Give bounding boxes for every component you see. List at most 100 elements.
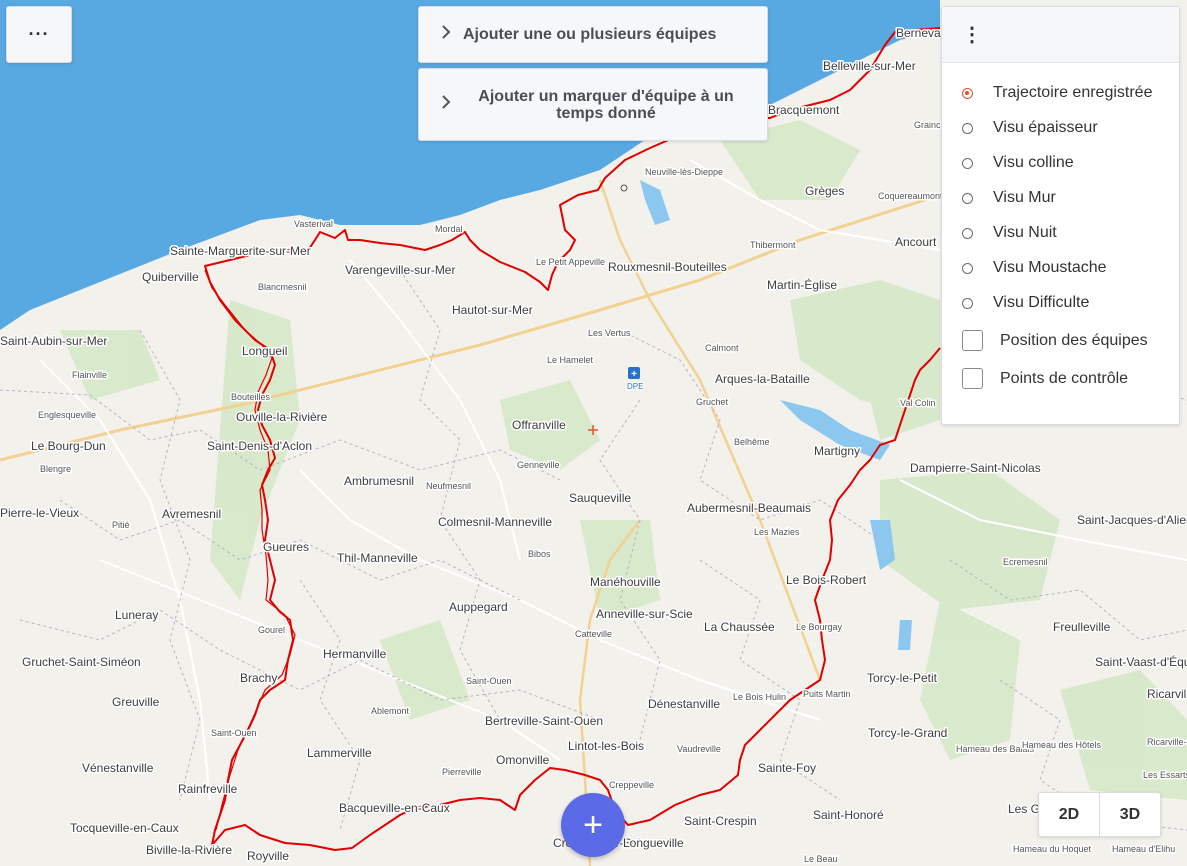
checkbox-icon[interactable] bbox=[962, 368, 983, 389]
map-label: Dampierre-Saint-Nicolas bbox=[910, 461, 1041, 475]
map-label: Torcy-le-Grand bbox=[868, 726, 947, 740]
map-label: Belhême bbox=[734, 437, 770, 447]
checkbox-icon[interactable] bbox=[962, 330, 983, 351]
map-label: Saint-Honoré bbox=[813, 808, 884, 822]
map-label: Bacqueville-en-Caux bbox=[339, 801, 450, 815]
map-label: Thibermont bbox=[750, 240, 796, 250]
option-label: Visu Nuit bbox=[993, 224, 1057, 241]
map-label: Colmesnil-Manneville bbox=[438, 515, 552, 529]
map-label: Aubermesnil-Beaumais bbox=[687, 501, 811, 515]
map-label: Mordal bbox=[435, 224, 463, 234]
option-label: Visu Difficulte bbox=[993, 294, 1090, 311]
map-label: Flainville bbox=[72, 370, 107, 380]
map-label: Bracquemont bbox=[768, 103, 840, 117]
radio-icon[interactable] bbox=[962, 227, 973, 239]
map-label: Saint-Vaast-d'Équiqueville bbox=[1095, 654, 1187, 669]
option-trajectoire-enregistree[interactable]: Trajectoire enregistrée bbox=[962, 84, 1152, 102]
view-2d-button[interactable]: 2D bbox=[1039, 793, 1099, 836]
map-label: Sainte-Marguerite-sur-Mer bbox=[170, 244, 311, 258]
map-label: Le Bois-Robert bbox=[786, 573, 867, 587]
map-label: Saint-Ouen bbox=[211, 728, 257, 738]
radio-icon[interactable] bbox=[962, 122, 973, 134]
map-label: Catteville bbox=[575, 629, 612, 639]
map-label: Ablemont bbox=[371, 706, 410, 716]
map-label: Saint-Ouen bbox=[466, 676, 512, 686]
map-label: Les Vertus bbox=[588, 328, 631, 338]
map-label: Ricarville bbox=[1147, 687, 1187, 701]
map-label: Sauqueville bbox=[569, 491, 631, 505]
map-label: Le Petit Appeville bbox=[536, 257, 605, 267]
map-label: Hameau d'Elihu bbox=[1112, 844, 1175, 854]
option-label: Visu épaisseur bbox=[993, 119, 1098, 136]
map-label: Lintot-les-Bois bbox=[568, 739, 644, 753]
map-label: Martin-Église bbox=[767, 277, 837, 292]
map-label: Gruchet bbox=[696, 397, 729, 407]
map-label: Hameau du Hoquet bbox=[1013, 844, 1092, 854]
map-label: Freulleville bbox=[1053, 620, 1111, 634]
option-visu-moustache[interactable]: Visu Moustache bbox=[962, 259, 1107, 277]
view-3d-button[interactable]: 3D bbox=[1099, 793, 1160, 836]
add-fab-button[interactable]: + bbox=[561, 793, 625, 857]
map-label: Hautot-sur-Mer bbox=[452, 303, 533, 317]
map-label: Hermanville bbox=[323, 647, 387, 661]
add-team-marker-label: Ajouter un marquer d'équipe à un temps d… bbox=[478, 87, 734, 122]
layer-panel-menu-button[interactable]: ⋮ bbox=[942, 7, 1179, 63]
option-visu-colline[interactable]: Visu colline bbox=[962, 154, 1074, 172]
map-label: Tocqueville-en-Caux bbox=[70, 821, 179, 835]
option-points-de-controle[interactable]: Points de contrôle bbox=[962, 368, 1128, 389]
radio-icon[interactable] bbox=[962, 192, 973, 204]
map-label: Le Beau bbox=[804, 854, 838, 864]
option-visu-nuit[interactable]: Visu Nuit bbox=[962, 224, 1057, 242]
add-teams-accordion[interactable]: Ajouter une ou plusieurs équipes bbox=[418, 6, 768, 63]
map-label: Royville bbox=[247, 849, 289, 863]
option-visu-mur[interactable]: Visu Mur bbox=[962, 189, 1056, 207]
map-label: Ecremesnil bbox=[1003, 557, 1048, 567]
map-label: Bertreville-Saint-Ouen bbox=[485, 714, 603, 728]
map-label: Ambrumesnil bbox=[344, 474, 414, 488]
map-label: Arques-la-Bataille bbox=[715, 372, 810, 386]
radio-icon[interactable] bbox=[962, 297, 973, 309]
option-label: Visu Mur bbox=[993, 189, 1056, 206]
map-label: Belleville-sur-Mer bbox=[823, 59, 916, 73]
map-label: Ouville-la-Rivière bbox=[236, 410, 328, 424]
map-label: Vaudreville bbox=[677, 744, 721, 754]
map-label: Creppeville bbox=[609, 780, 654, 790]
option-label: Trajectoire enregistrée bbox=[993, 84, 1153, 101]
option-label: Points de contrôle bbox=[1000, 369, 1129, 387]
map-label: Rouxmesnil-Bouteilles bbox=[608, 260, 727, 274]
map-label: Quiberville bbox=[142, 270, 199, 284]
map-label: Omonville bbox=[496, 753, 550, 767]
radio-icon[interactable] bbox=[962, 262, 973, 274]
map-label: Offranville bbox=[512, 418, 566, 432]
map-label: Dénestanville bbox=[648, 697, 720, 711]
map-label: Saint-Denis-d'Aclon bbox=[207, 439, 312, 453]
add-teams-label: Ajouter une ou plusieurs équipes bbox=[463, 26, 717, 43]
map-label: Saint-Aubin-sur-Mer bbox=[0, 334, 107, 348]
map-label: Le Bourg-Dun bbox=[31, 439, 106, 453]
radio-icon[interactable] bbox=[962, 157, 973, 169]
main-menu-button[interactable]: ··· bbox=[6, 6, 72, 63]
map-label: La Chaussée bbox=[704, 620, 775, 634]
map-label: Luneray bbox=[115, 608, 158, 622]
radio-selected-icon[interactable] bbox=[962, 87, 973, 99]
map-label: Val Colin bbox=[900, 398, 935, 408]
map-label: Sainte-Foy bbox=[758, 761, 816, 775]
map-label: Le Bourgay bbox=[796, 622, 843, 632]
option-visu-difficulte[interactable]: Visu Difficulte bbox=[962, 294, 1089, 312]
map-label: Gourel bbox=[258, 625, 285, 635]
map-label: Genneville bbox=[517, 460, 560, 470]
map-label: Blancmesnil bbox=[258, 282, 307, 292]
map-label: Anneville-sur-Scie bbox=[596, 607, 693, 621]
map-label: Saint-Jacques-d'Aliermont bbox=[1077, 513, 1187, 527]
map-label: Vénestanville bbox=[82, 761, 154, 775]
map-label: Auppegard bbox=[449, 600, 508, 614]
map-label: Varengeville-sur-Mer bbox=[345, 263, 455, 277]
map-label: Pierre-le-Vieux bbox=[0, 506, 79, 520]
option-position-equipes[interactable]: Position des équipes bbox=[962, 330, 1148, 351]
chevron-right-icon bbox=[441, 24, 455, 45]
add-team-marker-accordion[interactable]: Ajouter un marquer d'équipe à un temps d… bbox=[418, 68, 768, 141]
option-visu-epaisseur[interactable]: Visu épaisseur bbox=[962, 119, 1098, 137]
map-label: Gueures bbox=[263, 540, 309, 554]
map-label: Hameau des Hôtels bbox=[1022, 740, 1102, 750]
map-label: Coquereaumont bbox=[878, 191, 943, 201]
